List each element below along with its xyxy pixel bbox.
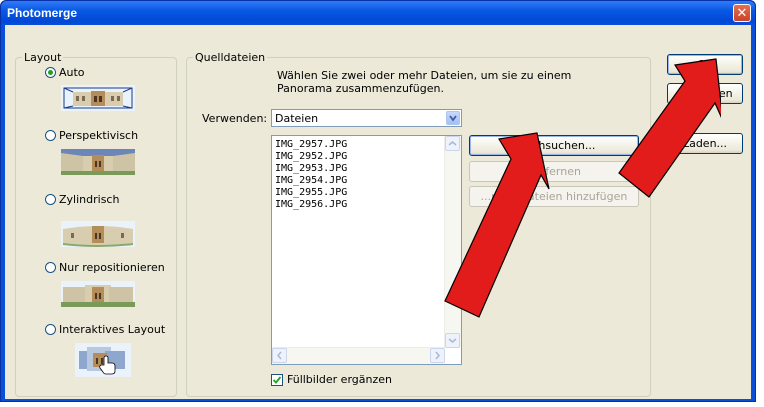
list-item[interactable]: IMG_2955.JPG <box>275 187 347 198</box>
fill-checkbox-label: Füllbilder ergänzen <box>287 373 392 386</box>
radio-reposition[interactable]: Nur repositionieren <box>45 261 165 274</box>
radio-dot <box>45 262 56 273</box>
list-item[interactable]: IMG_2954.JPG <box>275 175 347 186</box>
source-legend: Quelldateien <box>195 51 266 64</box>
close-icon: ✕ <box>736 6 748 21</box>
photomerge-window: Photomerge ✕ Layout Auto Perspektivisch <box>0 0 756 402</box>
title-bar[interactable]: Photomerge ✕ <box>1 1 755 25</box>
radio-dot <box>45 67 56 78</box>
radio-label: Nur repositionieren <box>59 261 165 274</box>
annotation-arrow-browse <box>444 132 550 318</box>
list-item[interactable]: IMG_2957.JPG <box>275 139 347 150</box>
horizontal-scrollbar[interactable] <box>272 347 445 364</box>
scroll-down-button[interactable] <box>445 333 460 348</box>
use-dropdown-value: Dateien <box>275 112 319 125</box>
annotation-arrow-ok <box>618 58 721 198</box>
radio-dot <box>45 324 56 335</box>
radio-dot <box>45 130 56 141</box>
interactive-thumbnail <box>75 343 131 377</box>
scroll-right-button[interactable] <box>430 348 445 363</box>
list-item[interactable]: IMG_2952.JPG <box>275 151 347 162</box>
radio-dot <box>45 194 56 205</box>
scroll-left-button[interactable] <box>272 348 287 363</box>
list-item[interactable]: IMG_2953.JPG <box>275 163 347 174</box>
checkmark-icon[interactable] <box>271 373 283 386</box>
radio-label: Zylindrisch <box>59 193 120 206</box>
close-button[interactable]: ✕ <box>733 4 751 22</box>
window-title: Photomerge <box>7 6 78 20</box>
file-list[interactable]: IMG_2957.JPG IMG_2952.JPG IMG_2953.JPG I… <box>271 135 462 365</box>
radio-auto[interactable]: Auto <box>45 66 85 79</box>
dialog-body: Layout Auto Perspektivisch Zylindrisch N… <box>5 25 751 399</box>
radio-label: Auto <box>59 66 85 79</box>
use-dropdown[interactable]: Dateien <box>271 109 462 127</box>
reposition-thumbnail <box>61 281 135 307</box>
perspective-thumbnail <box>61 149 135 175</box>
layout-legend: Layout <box>24 51 62 64</box>
fill-checkbox[interactable]: Füllbilder ergänzen <box>271 373 392 386</box>
source-description: Wählen Sie zwei oder mehr Dateien, um si… <box>277 69 572 95</box>
auto-thumbnail <box>61 85 135 111</box>
chevron-down-icon[interactable] <box>446 111 460 125</box>
cylindrical-thumbnail <box>61 221 135 247</box>
radio-label: Interaktives Layout <box>59 323 166 336</box>
radio-perspective[interactable]: Perspektivisch <box>45 129 138 142</box>
radio-label: Perspektivisch <box>59 129 139 142</box>
radio-cylindrical[interactable]: Zylindrisch <box>45 193 119 206</box>
radio-interactive[interactable]: Interaktives Layout <box>45 323 165 336</box>
list-item[interactable]: IMG_2956.JPG <box>275 199 347 210</box>
use-label: Verwenden: <box>202 112 268 125</box>
